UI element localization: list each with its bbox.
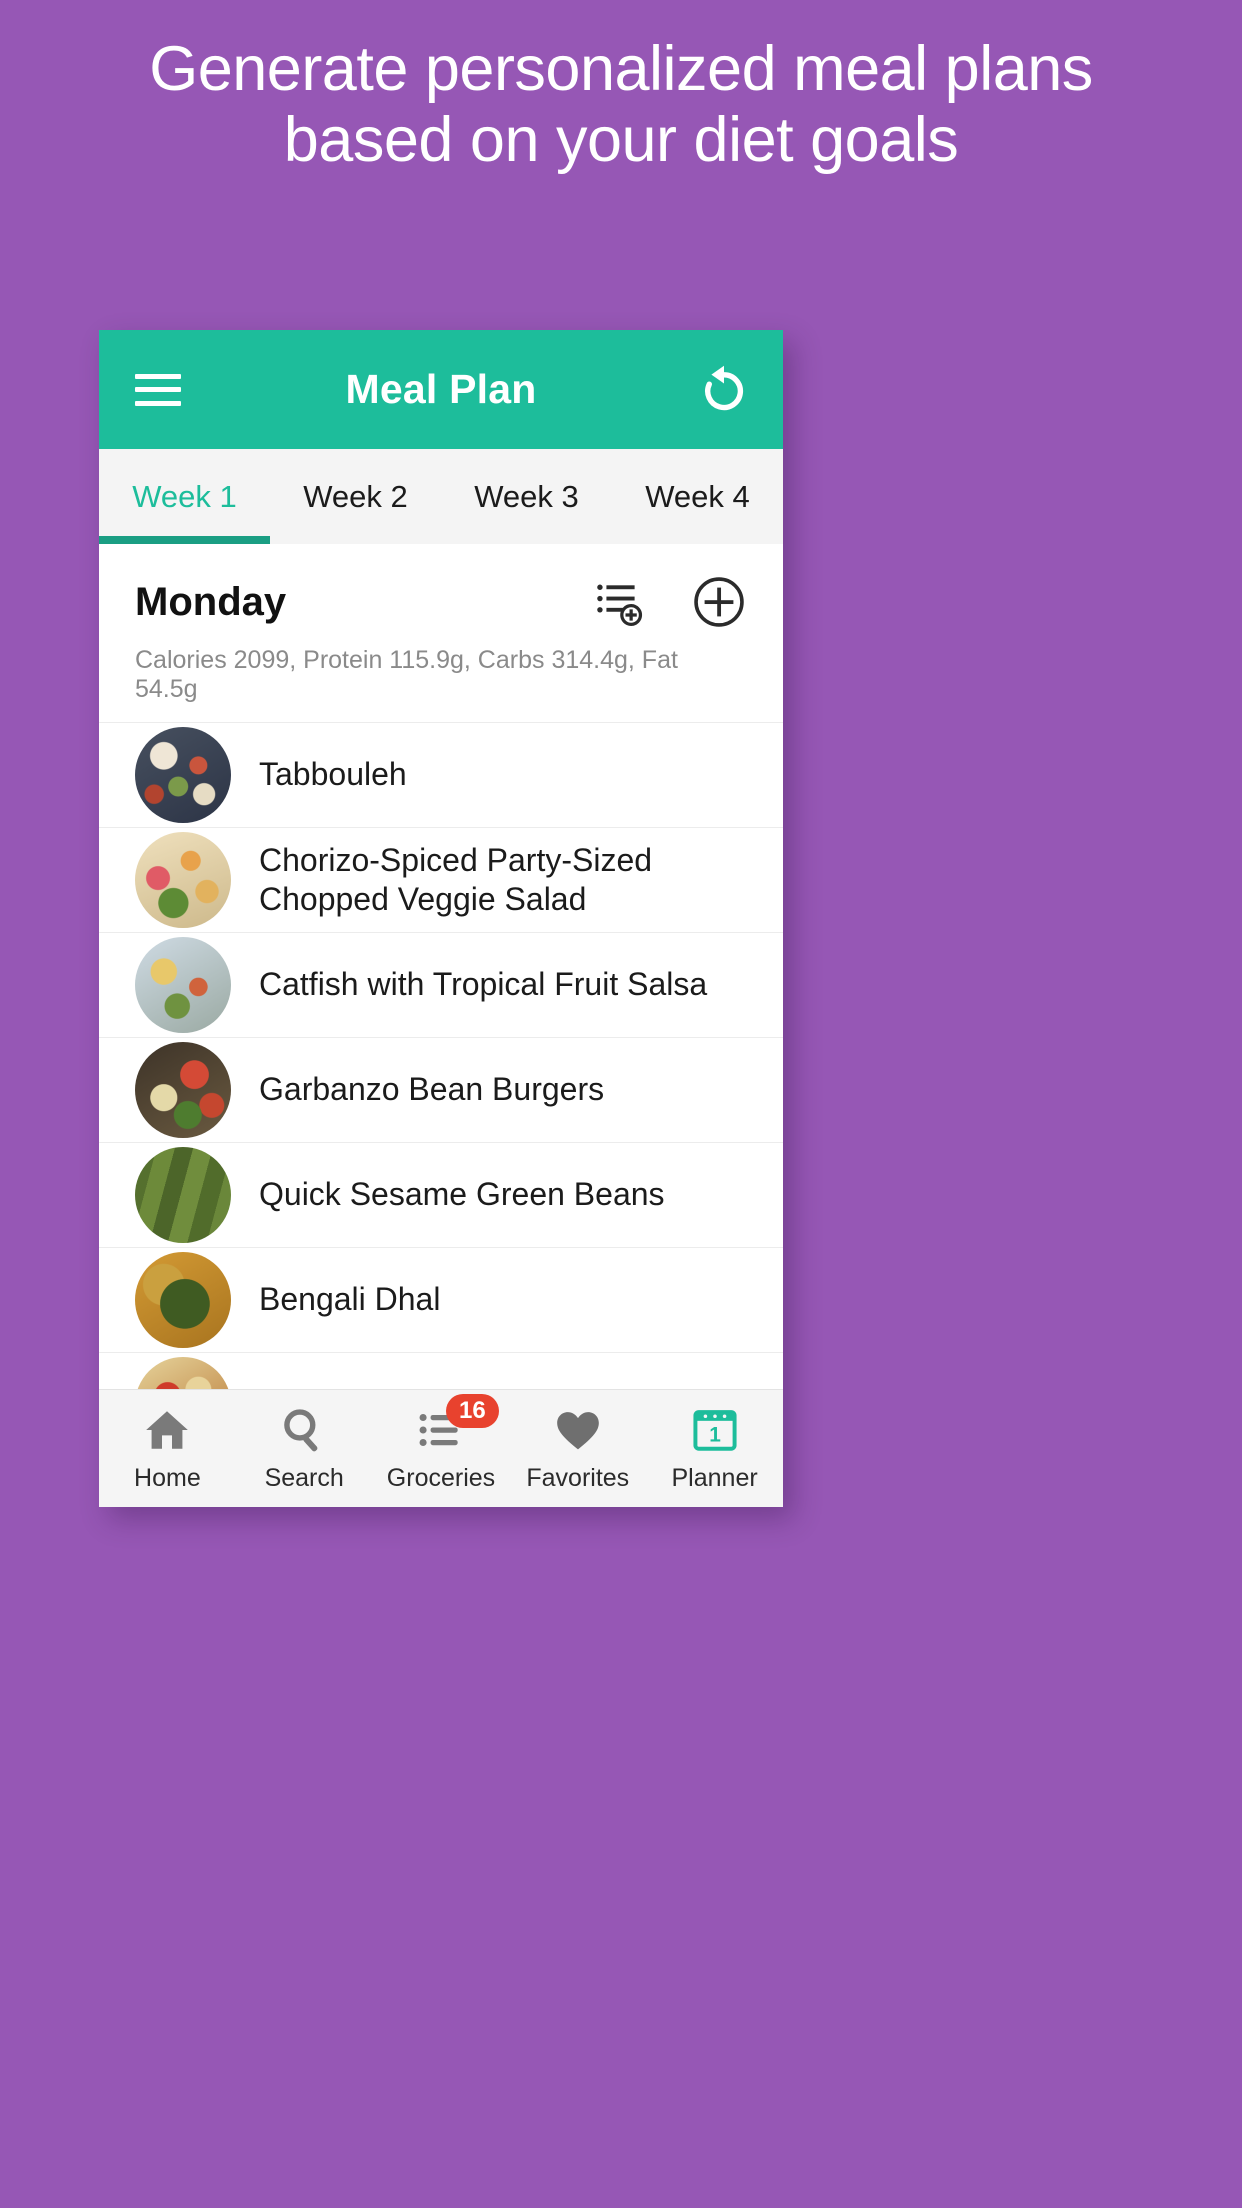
app-bar: Meal Plan bbox=[99, 330, 783, 449]
recipe-thumbnail bbox=[135, 937, 231, 1033]
svg-text:1: 1 bbox=[709, 1424, 721, 1447]
add-to-list-icon[interactable] bbox=[591, 574, 647, 630]
tab-week-4[interactable]: Week 4 bbox=[612, 449, 783, 544]
promo-headline: Generate personalized meal plans based o… bbox=[0, 34, 1242, 176]
groceries-badge: 16 bbox=[445, 1394, 499, 1429]
nav-item-favorites[interactable]: Favorites bbox=[509, 1390, 646, 1507]
recipe-row[interactable]: Bengali Dhal bbox=[99, 1248, 783, 1353]
recipe-thumbnail bbox=[135, 727, 231, 823]
recipe-name: Catfish with Tropical Fruit Salsa bbox=[259, 966, 708, 1003]
tab-week-1-label: Week 1 bbox=[132, 478, 237, 514]
recipe-thumbnail bbox=[135, 832, 231, 928]
recipe-row[interactable]: Italian Roasted Cauliflower bbox=[99, 1353, 783, 1389]
tab-week-3[interactable]: Week 3 bbox=[441, 449, 612, 544]
recipe-name: Bengali Dhal bbox=[259, 1281, 441, 1318]
phone-screenshot: Meal Plan Week 1 Week 2 Week 3 Week 4 Mo… bbox=[99, 330, 783, 1507]
recipe-row[interactable]: Garbanzo Bean Burgers bbox=[99, 1038, 783, 1143]
week-tabs: Week 1 Week 2 Week 3 Week 4 bbox=[99, 449, 783, 544]
bottom-navigation: Home Search 16 Groceries Favorites 1 Pla… bbox=[99, 1389, 783, 1507]
nav-label-groceries: Groceries bbox=[386, 1464, 496, 1492]
nav-item-planner[interactable]: 1 Planner bbox=[646, 1390, 783, 1507]
nav-item-home[interactable]: Home bbox=[99, 1390, 236, 1507]
headline-line-2: based on your diet goals bbox=[283, 105, 959, 176]
recipe-list[interactable]: Tabbouleh Chorizo-Spiced Party-Sized Cho… bbox=[99, 722, 783, 1389]
list-icon: 16 bbox=[416, 1394, 499, 1456]
nav-label-favorites: Favorites bbox=[526, 1464, 630, 1492]
search-icon bbox=[279, 1404, 329, 1456]
recipe-name: Quick Sesame Green Beans bbox=[259, 1176, 665, 1213]
plus-circle-icon[interactable] bbox=[691, 574, 747, 630]
recipe-row[interactable]: Tabbouleh bbox=[99, 723, 783, 828]
recipe-name: Chorizo-Spiced Party-Sized Chopped Veggi… bbox=[259, 841, 653, 917]
nav-label-home: Home bbox=[134, 1464, 201, 1492]
recipe-name: Garbanzo Bean Burgers bbox=[259, 1071, 605, 1108]
refresh-undo-icon[interactable] bbox=[693, 359, 755, 421]
recipe-thumbnail bbox=[135, 1252, 231, 1348]
tab-week-1[interactable]: Week 1 bbox=[99, 449, 270, 544]
nav-item-search[interactable]: Search bbox=[236, 1390, 373, 1507]
recipe-thumbnail bbox=[135, 1357, 231, 1389]
home-icon bbox=[142, 1404, 192, 1456]
tab-week-2-label: Week 2 bbox=[303, 478, 408, 514]
page-title: Meal Plan bbox=[345, 366, 537, 412]
headline-line-1: Generate personalized meal plans bbox=[149, 34, 1093, 104]
hamburger-menu-icon[interactable] bbox=[135, 373, 181, 406]
recipe-name: Tabbouleh bbox=[259, 756, 407, 793]
recipe-thumbnail bbox=[135, 1042, 231, 1138]
recipe-row[interactable]: Chorizo-Spiced Party-Sized Chopped Veggi… bbox=[99, 828, 783, 933]
tab-week-4-label: Week 4 bbox=[645, 478, 750, 514]
nutrition-summary: Calories 2099, Protein 115.9g, Carbs 314… bbox=[135, 646, 678, 703]
nav-item-groceries[interactable]: 16 Groceries bbox=[373, 1390, 510, 1507]
heart-icon bbox=[553, 1404, 603, 1456]
nav-label-search: Search bbox=[264, 1464, 344, 1492]
tab-week-2[interactable]: Week 2 bbox=[270, 449, 441, 544]
recipe-thumbnail bbox=[135, 1147, 231, 1243]
day-header: Monday bbox=[99, 544, 783, 630]
calendar-icon: 1 bbox=[690, 1404, 740, 1456]
nav-label-planner: Planner bbox=[671, 1464, 758, 1492]
day-title: Monday bbox=[135, 579, 287, 624]
tab-week-3-label: Week 3 bbox=[474, 478, 579, 514]
recipe-row[interactable]: Catfish with Tropical Fruit Salsa bbox=[99, 933, 783, 1038]
recipe-row[interactable]: Quick Sesame Green Beans bbox=[99, 1143, 783, 1248]
day-actions bbox=[591, 574, 747, 630]
